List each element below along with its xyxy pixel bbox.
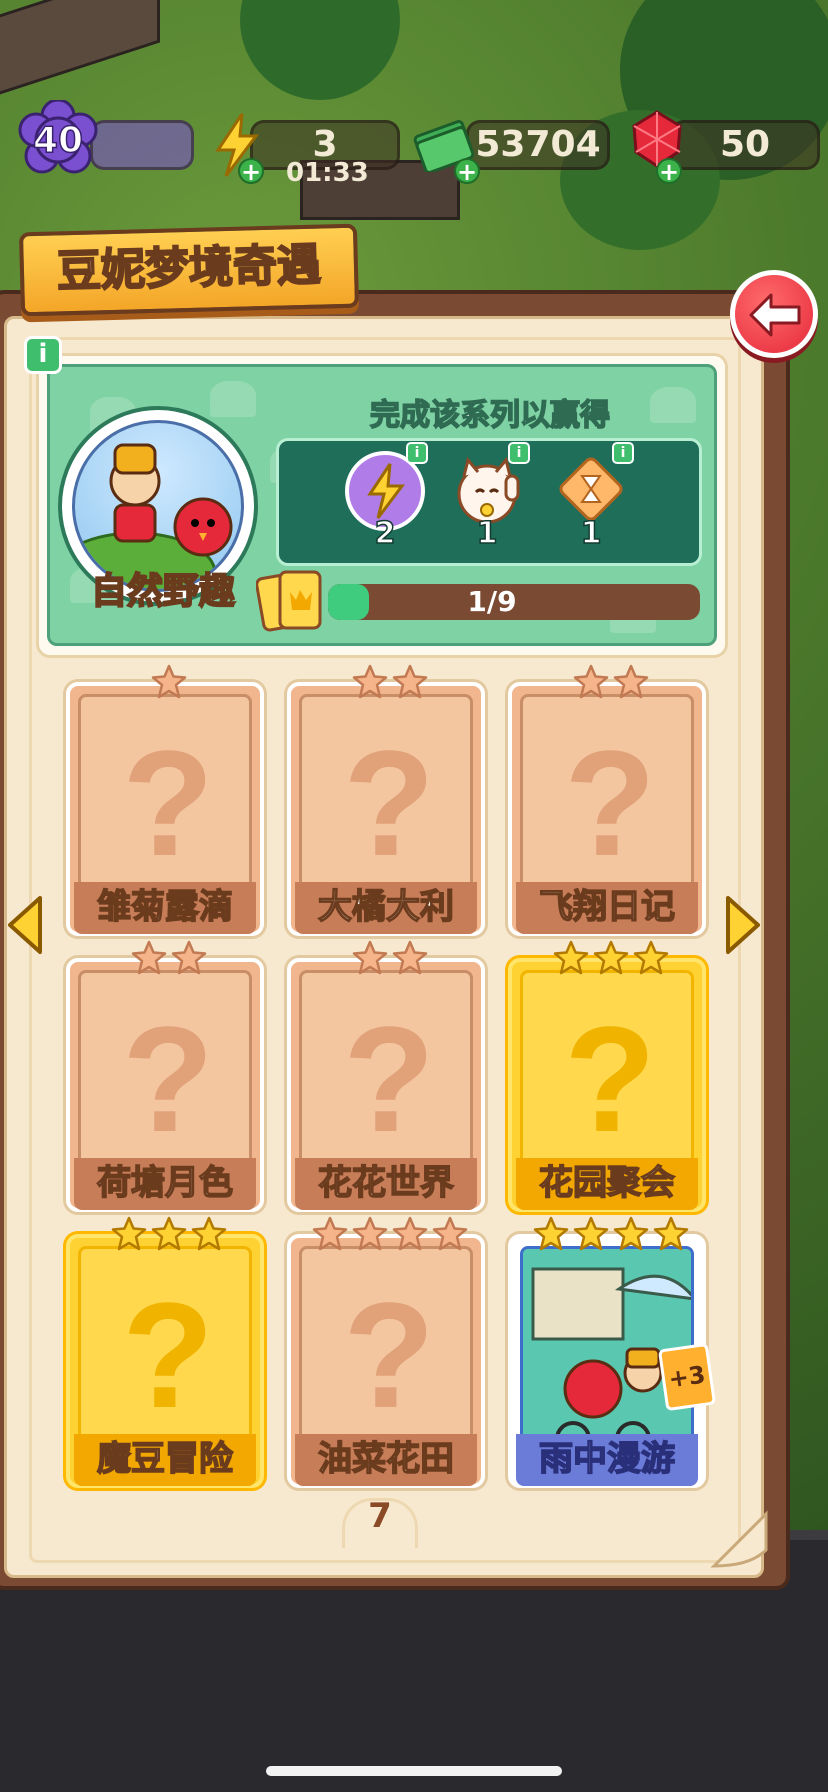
card-stars [291,1216,489,1256]
back-arrow-icon [749,293,801,337]
home-indicator[interactable] [266,1766,562,1776]
star-icon [352,940,388,975]
star-icon [573,1216,609,1251]
card-name: 花园聚会 [516,1158,698,1210]
star-icon [432,1216,468,1251]
card-stars [70,664,268,704]
star-icon [151,664,187,699]
question-mark-icon: ? [343,719,435,887]
card-stars [70,1216,268,1256]
series-name: 自然野趣 [90,570,236,613]
album-card[interactable]: ? 油菜花田 [287,1216,485,1488]
album-title-ribbon: 豆妮梦境奇遇 [18,223,360,317]
coin-counter[interactable]: 53704 [466,120,610,170]
prev-page-arrow-icon[interactable] [4,894,48,956]
card-name: 魔豆冒险 [74,1434,256,1486]
level-value: 40 [32,119,84,162]
back-button[interactable] [730,270,818,358]
reward-item-lucky-cat[interactable]: 1 i [442,442,532,556]
reward-info-icon[interactable]: i [612,442,634,464]
star-icon [613,1216,649,1251]
question-mark-icon: ? [343,1271,435,1439]
card-stars [512,1216,710,1256]
card-name: 大橘大利 [295,882,477,934]
star-icon [593,940,629,975]
progress-text: 1/9 [467,585,517,618]
question-mark-icon: ? [122,719,214,887]
reward-count: 1 [476,515,498,552]
star-icon [171,940,207,975]
card-name: 飞翔日记 [516,882,698,934]
xp-bar[interactable] [90,120,194,170]
reward-info-icon[interactable]: i [508,442,530,464]
album-card[interactable]: ? 花园聚会 [508,940,706,1212]
add-gems-button[interactable]: + [656,158,682,184]
energy-timer: 01:33 [286,158,369,188]
question-mark-icon: ? [122,1271,214,1439]
reward-title: 完成该系列以赢得 [369,397,611,434]
card-name: 花花世界 [295,1158,477,1210]
add-energy-button[interactable]: + [238,158,264,184]
reward-count: 1 [580,515,602,552]
gem-counter[interactable]: 50 [670,120,820,170]
album-card[interactable]: ? 飞翔日记 [508,664,706,936]
page-number: 7 [368,1496,392,1536]
star-icon [191,1216,227,1251]
card-stars [70,940,268,980]
album-card[interactable]: ? 荷塘月色 [66,940,264,1212]
album-card[interactable]: 雨中漫游 +3 [508,1216,717,1488]
star-icon [392,940,428,975]
card-stack-icon [256,570,322,632]
album-card[interactable]: ? 魔豆冒险 [66,1216,264,1488]
star-icon [392,664,428,699]
coin-value: 53704 [475,124,601,165]
star-icon [312,1216,348,1251]
album-card[interactable]: ? 花花世界 [287,940,485,1212]
add-coins-button[interactable]: + [454,158,480,184]
star-icon [151,1216,187,1251]
reward-item-hourglass[interactable]: 1 i [546,442,636,556]
star-icon [352,1216,388,1251]
album-card[interactable]: ? 大橘大利 [287,664,485,936]
album-title: 豆妮梦境奇遇 [55,239,322,299]
card-stars [291,664,489,704]
level-badge[interactable]: 40 [18,98,98,180]
star-icon [553,940,589,975]
card-stars [512,940,710,980]
next-page-arrow-icon[interactable] [720,894,764,956]
album-card[interactable]: ? 雏菊露滴 [66,664,264,936]
star-icon [653,1216,689,1251]
star-icon [352,664,388,699]
star-icon [111,1216,147,1251]
star-icon [392,1216,428,1251]
star-icon [573,664,609,699]
card-name: 雏菊露滴 [74,882,256,934]
reward-count: 2 [374,515,396,552]
card-stars [512,664,710,704]
question-mark-icon: ? [343,995,435,1163]
gem-value: 50 [719,124,771,165]
question-mark-icon: ? [564,719,656,887]
star-icon [633,940,669,975]
question-mark-icon: ? [564,995,656,1163]
star-icon [533,1216,569,1251]
star-icon [131,940,167,975]
reward-item-energy[interactable]: 2 i [340,442,430,556]
question-mark-icon: ? [122,995,214,1163]
reward-info-icon[interactable]: i [406,442,428,464]
bonus-badge: +3 [657,1342,717,1412]
card-stars [291,940,489,980]
card-name: 雨中漫游 [516,1434,698,1486]
card-name: 荷塘月色 [74,1158,256,1210]
card-name: 油菜花田 [295,1434,477,1486]
page-curl-icon[interactable] [710,1510,770,1570]
info-icon[interactable]: i [24,336,62,374]
star-icon [613,664,649,699]
